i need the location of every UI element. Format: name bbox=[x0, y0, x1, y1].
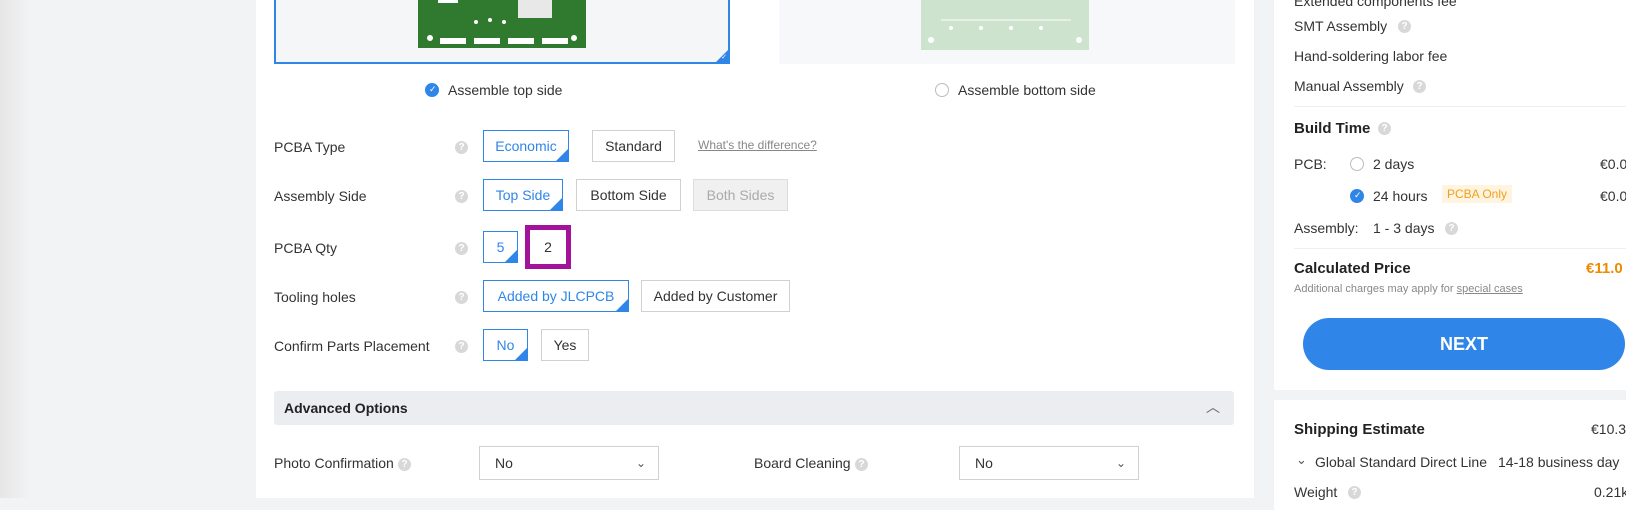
help-icon[interactable]: ? bbox=[455, 242, 468, 255]
pcba-only-badge: PCBA Only bbox=[1442, 185, 1513, 203]
board-cleaning-select[interactable]: No ⌄ bbox=[959, 446, 1139, 480]
build-24h-radio[interactable] bbox=[1350, 189, 1364, 203]
chevron-down-icon[interactable]: ⌄ bbox=[1296, 452, 1307, 468]
assemble-top-label: Assemble top side bbox=[448, 82, 563, 98]
help-icon[interactable]: ? bbox=[455, 190, 468, 203]
help-icon[interactable]: ? bbox=[455, 291, 468, 304]
photo-confirmation-label: Photo Confirmation bbox=[274, 455, 394, 471]
help-icon[interactable]: ? bbox=[455, 340, 468, 353]
build-2days-price: €0.0 bbox=[1600, 156, 1626, 172]
divider bbox=[1294, 248, 1626, 249]
board-cleaning-label: Board Cleaning bbox=[754, 455, 851, 471]
help-icon[interactable]: ? bbox=[1445, 222, 1458, 235]
additional-charges-note: Additional charges may apply for special… bbox=[1294, 283, 1523, 295]
assembly-side-both[interactable]: Both Sides bbox=[693, 179, 788, 211]
photo-confirmation-select[interactable]: No ⌄ bbox=[479, 446, 659, 480]
confirm-parts-label: Confirm Parts Placement bbox=[274, 338, 430, 354]
assembly-side-label: Assembly Side bbox=[274, 188, 367, 204]
help-icon[interactable]: ? bbox=[1413, 80, 1426, 93]
pcba-qty-2[interactable]: 2 bbox=[525, 225, 571, 269]
pcba-qty-5[interactable]: 5 bbox=[483, 231, 518, 263]
assemble-top-radio[interactable] bbox=[425, 83, 439, 97]
left-gutter bbox=[0, 0, 256, 498]
assembly-time-value: 1 - 3 days bbox=[1373, 220, 1435, 236]
tooling-holes-label: Tooling holes bbox=[274, 289, 356, 305]
tooling-added-by-customer[interactable]: Added by Customer bbox=[641, 280, 790, 312]
divider bbox=[1294, 106, 1626, 107]
shipping-price: €10.3 bbox=[1591, 421, 1626, 437]
selected-corner-icon bbox=[515, 348, 527, 360]
special-cases-link[interactable]: special cases bbox=[1457, 283, 1523, 295]
shipping-days: 14-18 business day bbox=[1498, 454, 1620, 470]
build-2days-radio[interactable] bbox=[1350, 157, 1364, 171]
shipping-estimate-title: Shipping Estimate bbox=[1294, 421, 1425, 438]
top-side-board-image[interactable] bbox=[274, 0, 730, 64]
whats-the-difference-link[interactable]: What's the difference? bbox=[698, 138, 817, 152]
calculated-price-label: Calculated Price bbox=[1294, 260, 1411, 277]
chevron-down-icon: ⌄ bbox=[1115, 456, 1126, 470]
pcba-qty-label: PCBA Qty bbox=[274, 240, 338, 256]
assembly-side-top[interactable]: Top Side bbox=[483, 179, 563, 211]
assembly-side-bottom[interactable]: Bottom Side bbox=[576, 179, 681, 211]
smt-assembly-label: SMT Assembly bbox=[1294, 18, 1388, 34]
pcba-type-label: PCBA Type bbox=[274, 139, 346, 155]
selected-corner-icon bbox=[616, 299, 628, 311]
selected-corner-icon bbox=[505, 250, 517, 262]
help-icon[interactable]: ? bbox=[1398, 20, 1411, 33]
assembly-time-label: Assembly: bbox=[1294, 220, 1359, 236]
selected-corner-icon bbox=[716, 50, 728, 62]
help-icon[interactable]: ? bbox=[855, 458, 868, 471]
build-24h-price: €0.0 bbox=[1600, 188, 1626, 204]
calculated-price-value: €11.0 bbox=[1586, 260, 1623, 277]
pcb-green-board-icon bbox=[418, 0, 586, 48]
selected-corner-icon bbox=[556, 149, 568, 161]
selected-corner-icon bbox=[550, 198, 562, 210]
pcba-type-economic[interactable]: Economic bbox=[483, 130, 569, 162]
help-icon[interactable]: ? bbox=[1348, 486, 1361, 499]
manual-assembly-label: Manual Assembly bbox=[1294, 78, 1404, 94]
pcba-type-standard[interactable]: Standard bbox=[592, 130, 675, 162]
advanced-options-title: Advanced Options bbox=[284, 400, 408, 416]
advanced-options-header[interactable]: Advanced Options ︿ bbox=[274, 391, 1234, 425]
help-icon[interactable]: ? bbox=[398, 458, 411, 471]
extended-components-fee-label: Extended components fee bbox=[1294, 0, 1457, 9]
build-24h-label: 24 hours bbox=[1373, 188, 1428, 204]
confirm-parts-yes[interactable]: Yes bbox=[541, 329, 589, 361]
shipping-method[interactable]: Global Standard Direct Line bbox=[1315, 454, 1487, 470]
next-button[interactable]: NEXT bbox=[1303, 318, 1625, 370]
assemble-bottom-label: Assemble bottom side bbox=[958, 82, 1096, 98]
build-time-title: Build Time bbox=[1294, 120, 1371, 137]
assemble-bottom-radio[interactable] bbox=[935, 83, 949, 97]
pcb-light-board-icon bbox=[921, 0, 1089, 50]
chevron-down-icon: ⌄ bbox=[635, 456, 646, 470]
chevron-up-icon: ︿ bbox=[1206, 399, 1220, 415]
build-2days-label: 2 days bbox=[1373, 156, 1415, 172]
confirm-parts-no[interactable]: No bbox=[483, 329, 528, 361]
tooling-added-by-jlcpcb[interactable]: Added by JLCPCB bbox=[483, 280, 629, 312]
help-icon[interactable]: ? bbox=[455, 141, 468, 154]
pcb-time-label: PCB: bbox=[1294, 156, 1327, 172]
hand-soldering-label: Hand-soldering labor fee bbox=[1294, 48, 1448, 64]
bottom-side-board-image[interactable] bbox=[779, 0, 1235, 64]
help-icon[interactable]: ? bbox=[1378, 122, 1391, 135]
